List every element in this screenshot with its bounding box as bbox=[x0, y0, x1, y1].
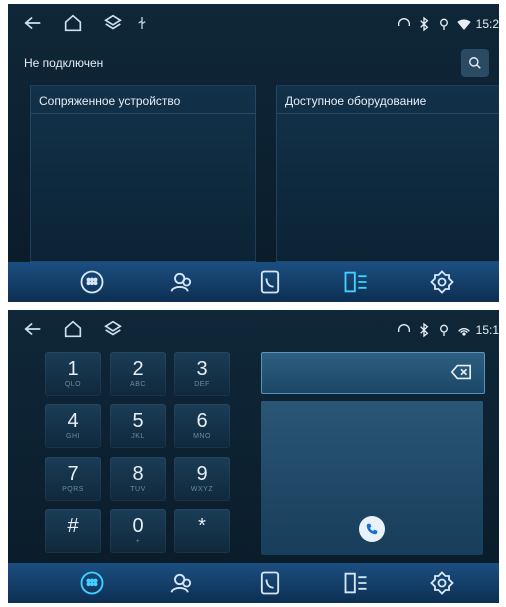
key-digit: * bbox=[198, 515, 206, 537]
layers-icon[interactable] bbox=[102, 318, 124, 340]
contacts-icon[interactable] bbox=[168, 569, 196, 597]
bottom-dock bbox=[8, 262, 499, 302]
dial-number-field[interactable] bbox=[261, 352, 485, 394]
dial-result-area bbox=[261, 401, 483, 555]
key-1[interactable]: 1 QLO bbox=[45, 352, 101, 396]
key-letters: TUV bbox=[130, 486, 146, 493]
divider bbox=[277, 113, 499, 114]
key-hash[interactable]: # bbox=[45, 509, 101, 553]
contacts-icon[interactable] bbox=[168, 268, 196, 296]
status-indicators: 15:1 bbox=[396, 320, 499, 340]
key-digit: 8 bbox=[132, 463, 144, 485]
dialer-screen: 15:1 1 QLO 2 ABC 3 DEF 4 GHI 5 JKL 6 MNO 7 PQRS 8 TUV 9 W… bbox=[8, 310, 499, 603]
key-digit: 1 bbox=[67, 358, 79, 380]
location-icon bbox=[439, 324, 448, 336]
bluetooth-icon bbox=[419, 16, 428, 32]
back-icon[interactable] bbox=[22, 318, 44, 340]
key-letters: GHI bbox=[66, 433, 80, 440]
headset-icon bbox=[397, 324, 410, 332]
location-icon bbox=[439, 18, 448, 30]
key-4[interactable]: 4 GHI bbox=[45, 404, 101, 448]
divider bbox=[31, 113, 255, 114]
wifi-icon bbox=[456, 19, 471, 30]
home-icon[interactable] bbox=[62, 12, 84, 34]
call-list-icon[interactable] bbox=[342, 268, 370, 296]
available-devices-panel: Доступное оборудование bbox=[276, 85, 499, 262]
back-icon[interactable] bbox=[22, 12, 44, 34]
key-9[interactable]: 9 WXYZ bbox=[174, 457, 230, 501]
key-0[interactable]: 0 + bbox=[110, 509, 166, 553]
key-letters: + bbox=[135, 538, 141, 545]
home-icon[interactable] bbox=[62, 318, 84, 340]
key-star[interactable]: * bbox=[174, 509, 230, 553]
search-icon bbox=[469, 57, 481, 69]
key-digit: 6 bbox=[196, 410, 208, 432]
key-digit: 5 bbox=[132, 410, 144, 432]
key-letters: WXYZ bbox=[190, 486, 214, 493]
search-button[interactable] bbox=[461, 49, 489, 77]
key-7[interactable]: 7 PQRS bbox=[45, 457, 101, 501]
dialpad-icon[interactable] bbox=[78, 569, 106, 597]
phonebook-icon[interactable] bbox=[256, 569, 284, 597]
settings-icon[interactable] bbox=[428, 569, 456, 597]
bottom-dock bbox=[8, 563, 499, 603]
paired-devices-panel: Сопряженное устройство bbox=[30, 85, 256, 262]
clock: 15:1 bbox=[475, 323, 499, 337]
key-digit: 9 bbox=[196, 463, 208, 485]
layers-icon[interactable] bbox=[102, 12, 124, 34]
key-8[interactable]: 8 TUV bbox=[110, 457, 166, 501]
headset-icon bbox=[397, 18, 410, 26]
key-5[interactable]: 5 JKL bbox=[110, 404, 166, 448]
call-list-icon[interactable] bbox=[342, 569, 370, 597]
key-letters: MNO bbox=[193, 433, 211, 440]
key-digit: 0 bbox=[132, 515, 144, 537]
key-letters: JKL bbox=[131, 433, 145, 440]
key-digit: 4 bbox=[67, 410, 79, 432]
status-bar: 15:1 bbox=[8, 310, 499, 350]
key-digit: 7 bbox=[67, 463, 79, 485]
call-button[interactable] bbox=[359, 516, 385, 542]
key-digit: # bbox=[67, 515, 79, 537]
key-letters: DEF bbox=[194, 381, 210, 388]
dialpad-icon[interactable] bbox=[78, 268, 106, 296]
backspace-icon[interactable] bbox=[450, 363, 472, 381]
available-devices-title: Доступное оборудование bbox=[285, 94, 427, 108]
bluetooth-icon bbox=[419, 322, 428, 338]
key-3[interactable]: 3 DEF bbox=[174, 352, 230, 396]
settings-icon[interactable] bbox=[428, 268, 456, 296]
key-6[interactable]: 6 MNO bbox=[174, 404, 230, 448]
key-2[interactable]: 2 ABC bbox=[110, 352, 166, 396]
key-letters: PQRS bbox=[62, 486, 84, 493]
status-indicators: 15:2 bbox=[396, 14, 499, 34]
paired-devices-title: Сопряженное устройство bbox=[39, 94, 181, 108]
key-digit: 3 bbox=[196, 358, 208, 380]
status-bar: 15:2 bbox=[8, 4, 499, 44]
key-letters: ABC bbox=[130, 381, 146, 388]
key-letters: QLO bbox=[64, 381, 82, 388]
wifi-icon bbox=[457, 328, 470, 336]
phone-icon bbox=[366, 523, 378, 535]
clock: 15:2 bbox=[475, 17, 499, 31]
usb-icon bbox=[134, 12, 150, 34]
phonebook-icon[interactable] bbox=[256, 268, 284, 296]
bluetooth-devices-screen: 15:2 Не подключен Сопряженное устройство… bbox=[8, 4, 499, 302]
connection-status: Не подключен bbox=[24, 56, 104, 70]
key-digit: 2 bbox=[132, 358, 144, 380]
